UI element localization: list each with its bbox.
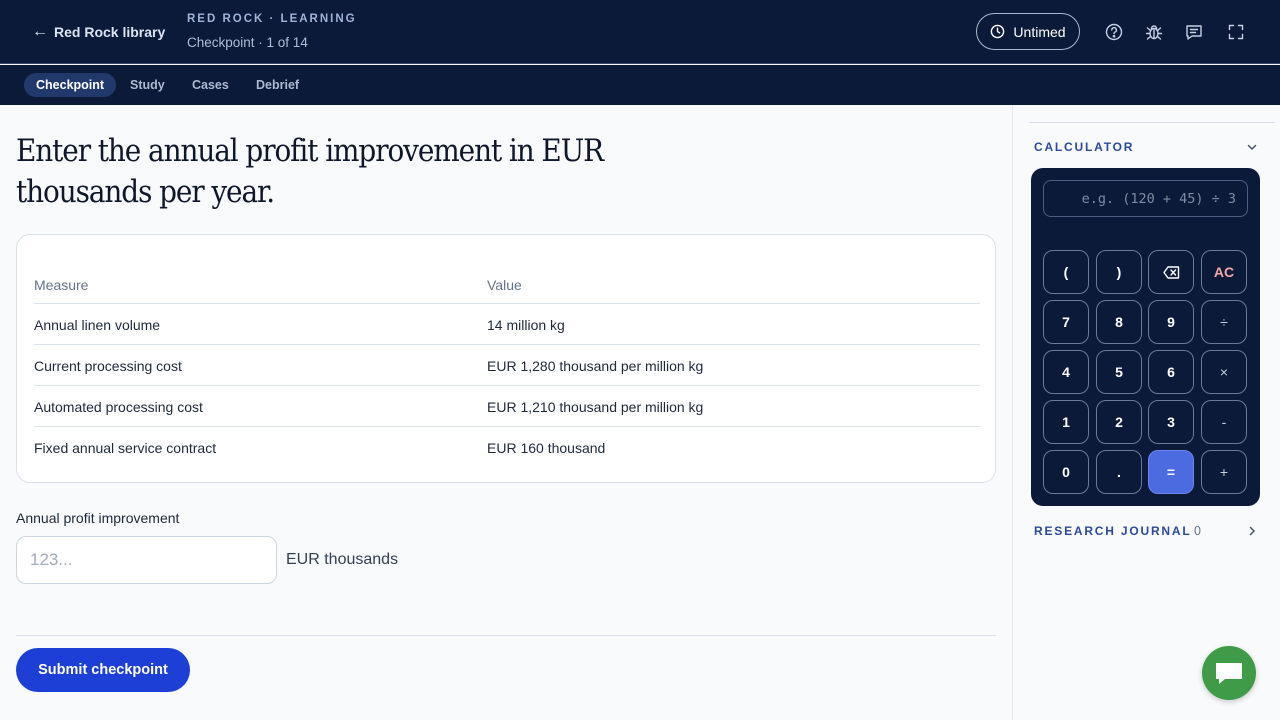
tab-bar: Checkpoint Study Cases Debrief (0, 65, 1280, 105)
table-row: Annual linen volume 14 million kg (34, 304, 980, 345)
table-row: Automated processing cost EUR 1,210 thou… (34, 386, 980, 427)
back-link-label: Red Rock library (54, 24, 166, 40)
table-row: Fixed annual service contract EUR 160 th… (34, 427, 980, 468)
calc-key-6[interactable]: 6 (1148, 350, 1194, 394)
calc-key-subtract[interactable]: - (1201, 400, 1247, 444)
calculator-display[interactable] (1043, 180, 1248, 217)
backspace-icon (1162, 265, 1179, 279)
help-icon[interactable] (1104, 22, 1124, 42)
answer-input[interactable] (16, 536, 277, 584)
measure-cell: Annual linen volume (34, 317, 161, 333)
calc-key-7[interactable]: 7 (1043, 300, 1089, 344)
arrow-left-icon: ← (32, 23, 48, 40)
tab-study[interactable]: Study (118, 73, 177, 97)
research-journal-title[interactable]: RESEARCH JOURNAL (1034, 524, 1191, 538)
value-cell: EUR 1,280 thousand per million kg (487, 358, 704, 374)
checkpoint-progress: Checkpoint · 1 of 14 (187, 35, 308, 50)
calc-key-1[interactable]: 1 (1043, 400, 1089, 444)
calculator-panel: ( ) AC 7 8 9 ÷ 4 5 6 × 1 2 3 - 0 . = + (1031, 168, 1260, 506)
calc-key-3[interactable]: 3 (1148, 400, 1194, 444)
feedback-icon[interactable] (1184, 22, 1204, 42)
back-to-library-link[interactable]: ← Red Rock library (32, 23, 165, 41)
calculator-title: CALCULATOR (1034, 140, 1135, 154)
timer-label: Untimed (1013, 23, 1066, 40)
calc-key-clear[interactable]: AC (1201, 250, 1247, 294)
tab-checkpoint[interactable]: Checkpoint (24, 73, 117, 97)
calc-key-4[interactable]: 4 (1043, 350, 1089, 394)
question-title: Enter the annual profit improvement in E… (16, 133, 604, 210)
calc-key-9[interactable]: 9 (1148, 300, 1194, 344)
checkpoint-main: Enter the annual profit improvement in E… (0, 105, 1012, 720)
bug-icon[interactable] (1144, 22, 1164, 42)
value-cell: EUR 160 thousand (487, 440, 606, 456)
chevron-right-icon[interactable] (1245, 524, 1259, 538)
value-cell: 14 million kg (487, 317, 565, 333)
brand-label: RED ROCK · LEARNING (187, 13, 357, 25)
calc-key-divide[interactable]: ÷ (1201, 300, 1247, 344)
measure-cell: Current processing cost (34, 358, 182, 374)
journal-count: 0 (1194, 524, 1201, 538)
column-header-measure: Measure (34, 277, 89, 293)
calc-key-backspace[interactable] (1148, 250, 1194, 294)
value-cell: EUR 1,210 thousand per million kg (487, 399, 704, 415)
calc-key-open-paren[interactable]: ( (1043, 250, 1089, 294)
measure-cell: Fixed annual service contract (34, 440, 217, 456)
tab-cases[interactable]: Cases (180, 73, 241, 97)
chat-icon (1216, 663, 1242, 684)
section-divider (16, 635, 996, 636)
calc-key-2[interactable]: 2 (1096, 400, 1142, 444)
fullscreen-icon[interactable] (1226, 22, 1246, 42)
tab-debrief[interactable]: Debrief (244, 73, 311, 97)
timer-button[interactable]: Untimed (976, 13, 1080, 50)
calc-key-0[interactable]: 0 (1043, 450, 1089, 494)
calc-key-multiply[interactable]: × (1201, 350, 1247, 394)
answer-unit: EUR thousands (286, 551, 399, 568)
tools-sidebar: CALCULATOR ( ) AC 7 8 9 ÷ 4 5 6 × 1 2 3 … (1012, 105, 1280, 720)
table-row: Current processing cost EUR 1,280 thousa… (34, 345, 980, 386)
top-bar: ← Red Rock library RED ROCK · LEARNING C… (0, 0, 1280, 64)
chevron-down-icon[interactable] (1245, 140, 1259, 154)
submit-checkpoint-button[interactable]: Submit checkpoint (16, 648, 190, 692)
calc-key-8[interactable]: 8 (1096, 300, 1142, 344)
column-header-value: Value (487, 277, 522, 293)
clock-icon (991, 24, 1005, 39)
calc-key-5[interactable]: 5 (1096, 350, 1142, 394)
measure-cell: Automated processing cost (34, 399, 203, 415)
answer-label: Annual profit improvement (16, 510, 180, 526)
calc-key-equals[interactable]: = (1148, 450, 1194, 494)
calc-key-decimal[interactable]: . (1096, 450, 1142, 494)
sidebar-divider (1029, 122, 1275, 123)
chat-button[interactable] (1202, 646, 1256, 700)
calc-key-add[interactable]: + (1201, 450, 1247, 494)
data-table: Measure Value Annual linen volume 14 mil… (34, 267, 980, 468)
calc-key-close-paren[interactable]: ) (1096, 250, 1142, 294)
data-table-card: Measure Value Annual linen volume 14 mil… (16, 234, 996, 483)
table-header-row: Measure Value (34, 267, 980, 304)
